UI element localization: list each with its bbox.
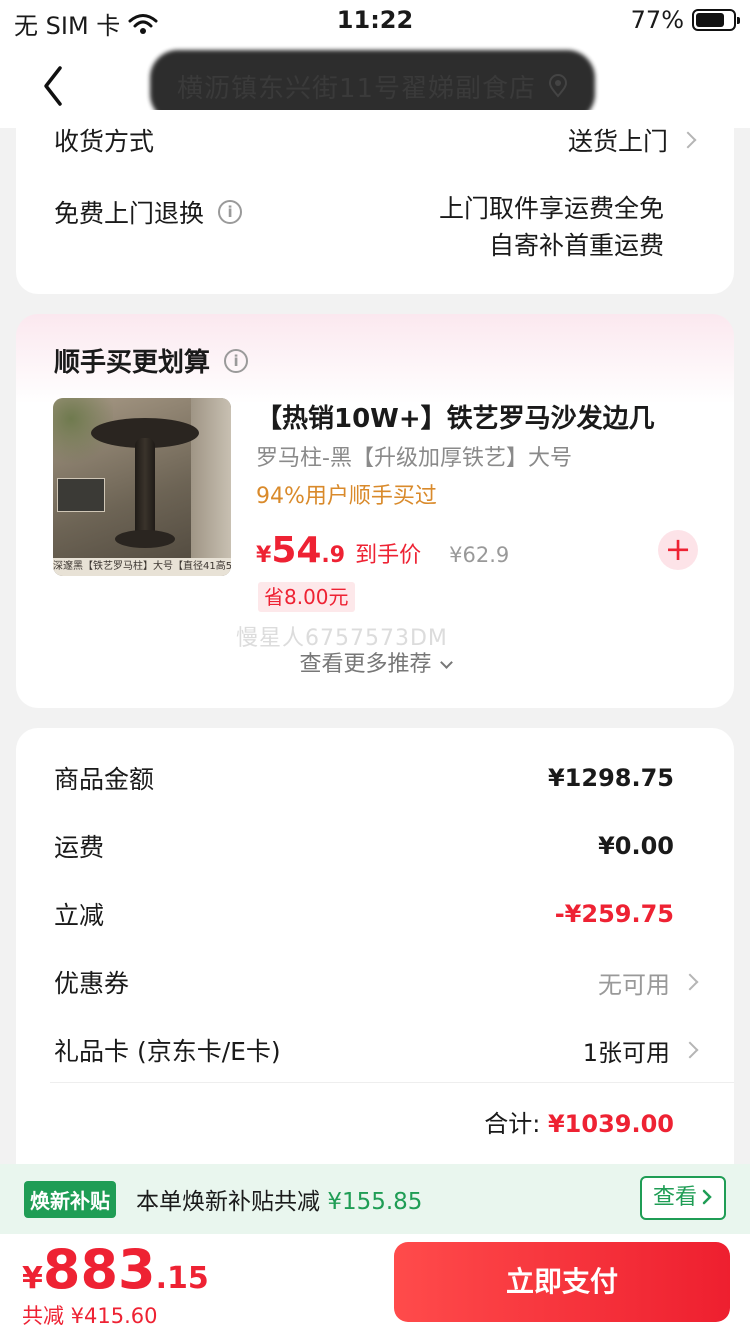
chevron-right-icon [702, 1189, 712, 1205]
back-arrow-icon[interactable] [36, 62, 76, 110]
checkout-bar: ¥ 883 .15 共减 ¥415.60 立即支付 [0, 1234, 750, 1334]
bought-together-rate: 94%用户顺手买过 [256, 484, 437, 509]
free-return-line1: 上门取件享运费全免 [438, 194, 664, 223]
coupon-row[interactable]: 优惠券 无可用 [54, 964, 699, 1000]
order-total-value: ¥1039.00 [547, 1110, 674, 1138]
coupon-value: 无可用 [598, 970, 670, 999]
goods-amount-label: 商品金额 [54, 765, 155, 794]
view-subsidy-button[interactable]: 查看 [640, 1176, 726, 1220]
product-name[interactable]: 【热销10W+】铁艺罗马沙发边几 [256, 398, 655, 435]
battery-status: 77% [630, 6, 740, 34]
order-total-label: 合计: [484, 1110, 541, 1138]
fee-summary-card: 商品金额 ¥1298.75 运费 ¥0.00 立减 -¥259.75 优惠券 无… [16, 728, 734, 1168]
product-spec: 罗马柱-黑【升级加厚铁艺】大号 [256, 446, 572, 471]
original-price: ¥62.9 [449, 543, 510, 567]
product-price: ¥ 54 .9 到手价 ¥62.9 [256, 530, 509, 571]
battery-percent: 77% [630, 6, 684, 34]
view-subsidy-label: 查看 [652, 1185, 697, 1210]
address-text: 横沥镇东兴街11号翟娣副食店 [176, 73, 537, 104]
more-recommendations-link[interactable]: 查看更多推荐 [16, 646, 734, 678]
shipping-label: 运费 [54, 833, 105, 862]
final-price-currency: ¥ [22, 1261, 43, 1296]
more-recommendations-label: 查看更多推荐 [299, 652, 432, 677]
status-bar: 无 SIM 卡 11:22 77% [0, 0, 750, 44]
free-return-details: 上门取件享运费全免 自寄补首重运费 [439, 190, 664, 264]
info-icon[interactable]: i [218, 200, 243, 224]
battery-icon [692, 9, 740, 31]
total-saved: 共减 ¥415.60 [22, 1304, 158, 1328]
price-currency: ¥ [256, 543, 272, 568]
subsidy-amount: ¥155.85 [327, 1189, 423, 1215]
location-pin-icon [549, 74, 568, 98]
recommend-card: 顺手买更划算 i 深邃黑【铁艺罗马柱】大号【直径41高52】 【热销10W+】铁… [16, 314, 734, 708]
discount-row: 立减 -¥259.75 [54, 896, 674, 932]
coupon-label: 优惠券 [54, 969, 130, 998]
chevron-right-icon [681, 973, 699, 991]
subsidy-text-label: 本单焕新补贴共减 [136, 1189, 320, 1215]
product-image-caption: 深邃黑【铁艺罗马柱】大号【直径41高52】 [53, 558, 231, 576]
goods-amount-value: ¥1298.75 [547, 764, 674, 792]
price-integer: 54 [271, 530, 322, 571]
divider [50, 1082, 734, 1083]
giftcard-label: 礼品卡 (京东卡/E卡) [54, 1037, 281, 1066]
delivery-method-row[interactable]: 收货方式 送货上门 [54, 122, 697, 158]
save-tag: 省8.00元 [258, 582, 355, 612]
delivery-method-value: 送货上门 [567, 127, 668, 156]
goods-amount-row: 商品金额 ¥1298.75 [54, 760, 674, 796]
price-label: 到手价 [355, 543, 422, 568]
price-decimal: .9 [321, 543, 346, 568]
giftcard-value: 1张可用 [582, 1038, 670, 1067]
subsidy-text: 本单焕新补贴共减 ¥155.85 [136, 1182, 422, 1216]
chevron-down-icon [439, 656, 453, 669]
subsidy-tag: 焕新补贴 [24, 1180, 116, 1218]
final-price: ¥ 883 .15 [22, 1238, 209, 1301]
recommend-title-text: 顺手买更划算 [54, 348, 211, 378]
free-return-line2: 自寄补首重运费 [488, 231, 664, 260]
chevron-right-icon [679, 131, 697, 149]
discount-label: 立减 [54, 901, 105, 930]
shipping-row: 运费 ¥0.00 [54, 828, 674, 864]
giftcard-row[interactable]: 礼品卡 (京东卡/E卡) 1张可用 [54, 1032, 699, 1068]
add-to-order-button[interactable]: + [658, 530, 698, 570]
delivery-method-label: 收货方式 [54, 127, 155, 156]
product-image[interactable]: 深邃黑【铁艺罗马柱】大号【直径41高52】 [53, 398, 231, 576]
final-price-decimal: .15 [155, 1261, 209, 1296]
recommend-title: 顺手买更划算 i [54, 342, 249, 379]
chevron-right-icon [681, 1041, 699, 1059]
final-price-integer: 883 [42, 1238, 156, 1301]
order-total: 合计: ¥1039.00 [484, 1104, 674, 1139]
info-icon[interactable]: i [224, 348, 249, 373]
subsidy-banner: 焕新补贴 本单焕新补贴共减 ¥155.85 查看 [0, 1164, 750, 1234]
discount-value: -¥259.75 [554, 900, 674, 928]
shipping-value: ¥0.00 [598, 832, 674, 860]
delivery-card: 收货方式 送货上门 免费上门退换 i 上门取件享运费全免 自寄补首重运费 [16, 110, 734, 294]
free-return-label: 免费上门退换 [54, 199, 205, 228]
pay-now-button[interactable]: 立即支付 [394, 1242, 730, 1322]
